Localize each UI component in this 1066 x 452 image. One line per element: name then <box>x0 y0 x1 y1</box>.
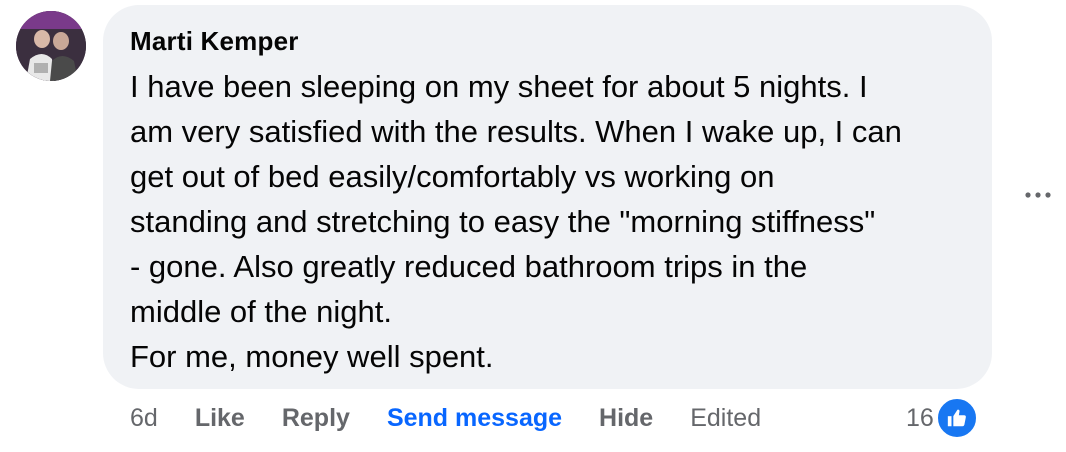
comment: Marti Kemper I have been sleeping on my … <box>0 0 1066 452</box>
like-button[interactable]: Like <box>195 404 245 433</box>
comment-body-line: am very satisfied with the results. When… <box>130 114 902 149</box>
comment-body-line: standing and stretching to easy the "mor… <box>130 204 876 239</box>
reaction-summary[interactable]: 16 <box>906 397 978 439</box>
edited-label[interactable]: Edited <box>690 404 761 433</box>
comment-actions: 6d Like Reply Send message Hide Edited <box>130 400 798 436</box>
comment-body-line: For me, money well spent. <box>130 339 494 374</box>
comment-body-line: - gone. Also greatly reduced bathroom tr… <box>130 249 808 284</box>
thumbs-up-icon <box>935 397 978 439</box>
avatar-photo <box>16 11 86 81</box>
avatar[interactable] <box>16 11 86 81</box>
comment-timestamp[interactable]: 6d <box>130 404 158 433</box>
comment-author[interactable]: Marti Kemper <box>130 26 299 57</box>
reply-button[interactable]: Reply <box>282 404 350 433</box>
comment-body-line: middle of the night. <box>130 294 392 329</box>
comment-body: I have been sleeping on my sheet for abo… <box>130 64 970 379</box>
reaction-count: 16 <box>906 403 934 432</box>
more-options-icon[interactable] <box>1018 180 1058 210</box>
comment-body-line: get out of bed easily/comfortably vs wor… <box>130 159 775 194</box>
comment-body-line: I have been sleeping on my sheet for abo… <box>130 69 868 104</box>
hide-button[interactable]: Hide <box>599 404 653 433</box>
send-message-button[interactable]: Send message <box>387 404 562 433</box>
